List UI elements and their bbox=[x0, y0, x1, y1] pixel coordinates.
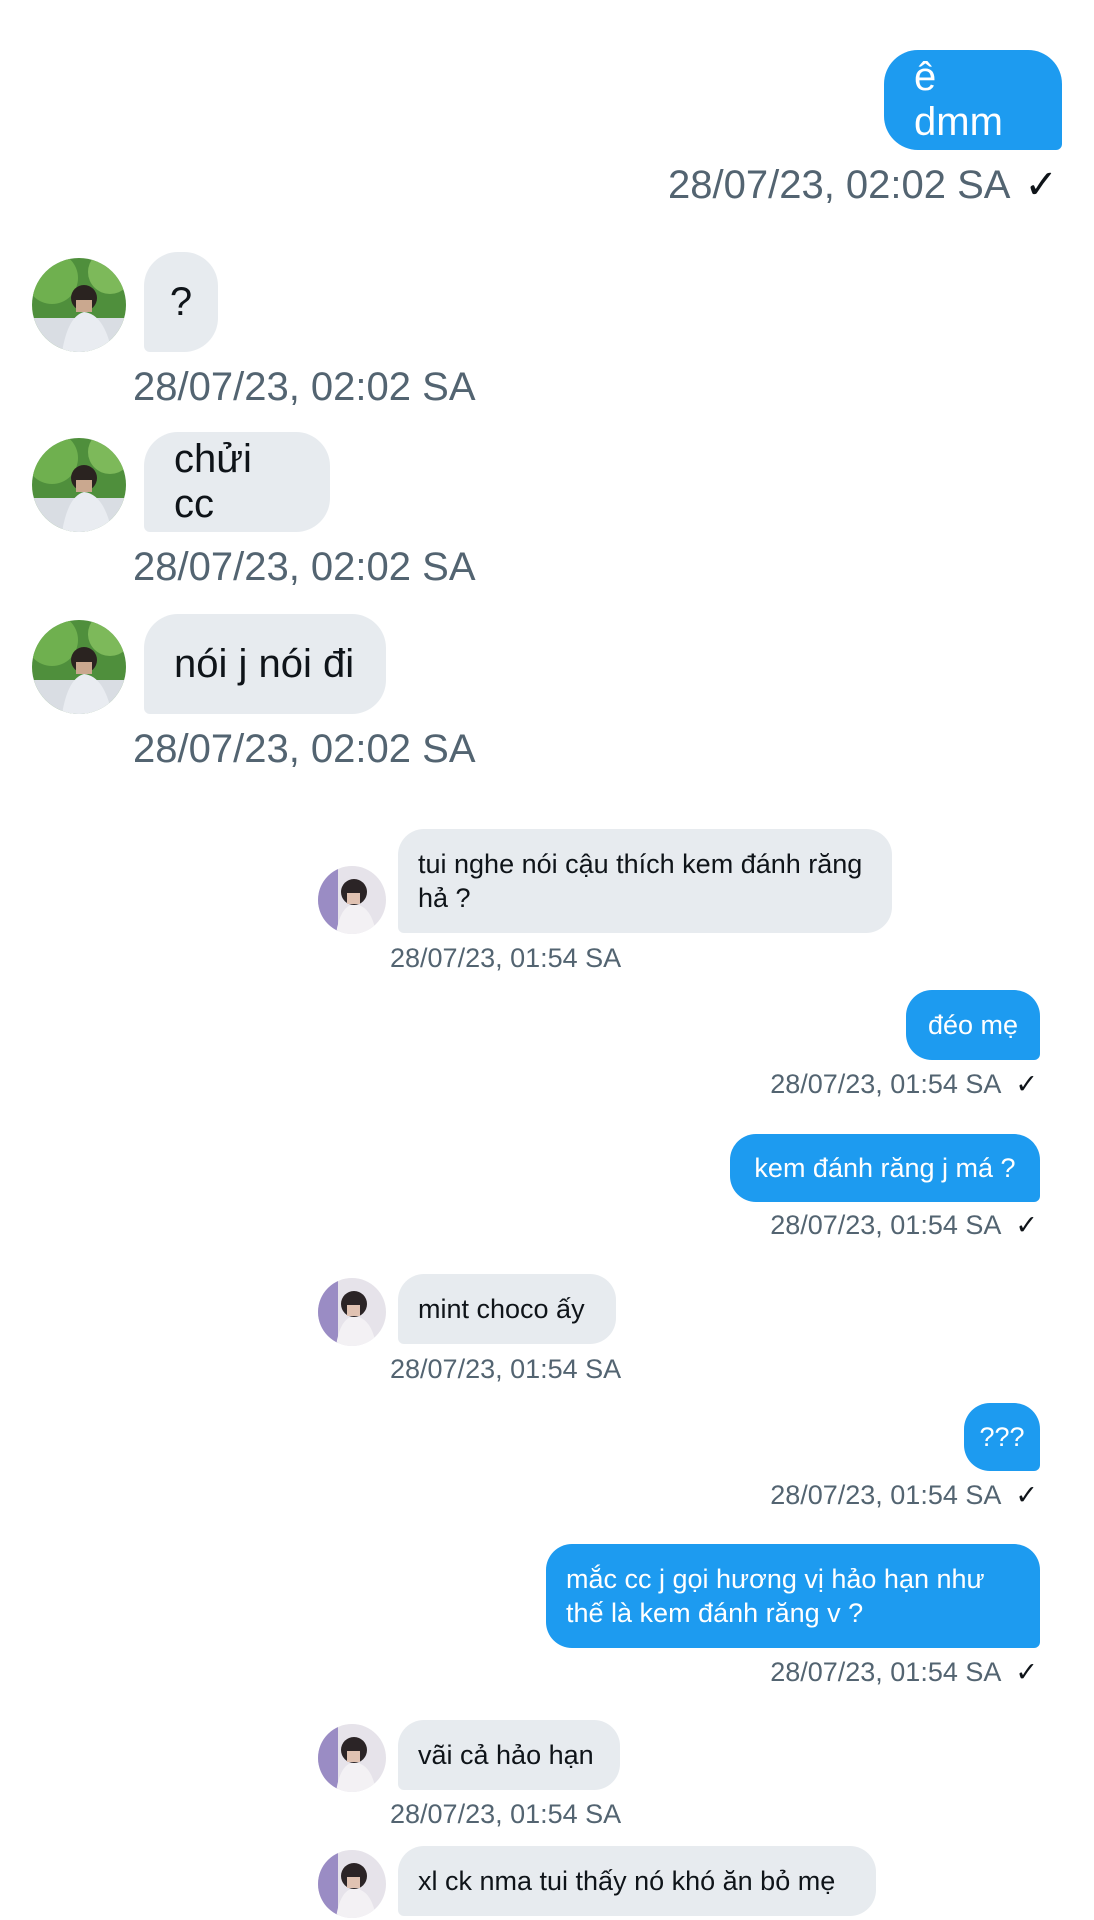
check-icon: ✓ bbox=[1015, 1210, 1038, 1240]
message-timestamp: 28/07/23, 01:54 SA ✓ bbox=[770, 1654, 1038, 1690]
message-text: kem đánh răng j má ? bbox=[754, 1153, 1016, 1183]
message-bubble-incoming[interactable]: tui nghe nói cậu thích kem đánh răng hả … bbox=[398, 829, 892, 933]
message-text: tui nghe nói cậu thích kem đánh răng hả … bbox=[418, 849, 863, 913]
message-text: đéo mẹ bbox=[927, 1010, 1019, 1040]
message-text: ??? bbox=[979, 1422, 1025, 1452]
avatar[interactable] bbox=[318, 866, 386, 934]
check-icon: ✓ bbox=[1015, 1657, 1038, 1687]
avatar[interactable] bbox=[32, 258, 126, 352]
message-timestamp: 28/07/23, 02:02 SA bbox=[133, 365, 476, 409]
message-bubble-incoming[interactable]: nói j nói đi bbox=[144, 614, 386, 714]
message-bubble-incoming[interactable]: vãi cả hảo hạn bbox=[398, 1720, 620, 1790]
message-text: ê dmm bbox=[914, 55, 1003, 144]
avatar[interactable] bbox=[318, 1724, 386, 1792]
message-timestamp: 28/07/23, 02:02 SA bbox=[133, 545, 476, 589]
message-text: nói j nói đi bbox=[174, 641, 355, 686]
message-text: xl ck nma tui thấy nó khó ăn bỏ mẹ bbox=[418, 1866, 836, 1896]
check-icon: ✓ bbox=[1024, 163, 1058, 207]
message-timestamp: 28/07/23, 01:54 SA bbox=[390, 943, 622, 973]
message-timestamp: 28/07/23, 01:54 SA bbox=[390, 1354, 622, 1384]
message-bubble-incoming[interactable]: xl ck nma tui thấy nó khó ăn bỏ mẹ bbox=[398, 1846, 876, 1916]
message-timestamp: 28/07/23, 01:54 SA ✓ bbox=[770, 1066, 1038, 1102]
message-bubble-outgoing[interactable]: kem đánh răng j má ? bbox=[730, 1134, 1040, 1202]
message-bubble-outgoing[interactable]: mắc cc j gọi hương vị hảo hạn như thế là… bbox=[546, 1544, 1040, 1648]
message-timestamp: 28/07/23, 01:54 SA bbox=[390, 1799, 622, 1829]
check-icon: ✓ bbox=[1015, 1069, 1038, 1099]
message-bubble-incoming[interactable]: ? bbox=[144, 252, 218, 352]
message-text: vãi cả hảo hạn bbox=[418, 1740, 594, 1770]
message-bubble-incoming[interactable]: chửi cc bbox=[144, 432, 330, 532]
avatar[interactable] bbox=[32, 438, 126, 532]
message-text: chửi cc bbox=[174, 437, 252, 526]
message-text: mắc cc j gọi hương vị hảo hạn như thế là… bbox=[566, 1564, 985, 1628]
message-timestamp: 28/07/23, 01:54 SA ✓ bbox=[770, 1477, 1038, 1513]
message-bubble-outgoing[interactable]: ??? bbox=[964, 1403, 1040, 1471]
message-bubble-outgoing[interactable]: ê dmm bbox=[884, 50, 1062, 150]
message-timestamp: 28/07/23, 01:54 SA ✓ bbox=[770, 1207, 1038, 1243]
avatar[interactable] bbox=[318, 1850, 386, 1918]
message-timestamp: 28/07/23, 02:02 SA bbox=[133, 727, 476, 771]
message-text: ? bbox=[169, 279, 193, 324]
message-timestamp: 28/07/23, 02:02 SA ✓ bbox=[668, 160, 1058, 210]
check-icon: ✓ bbox=[1015, 1480, 1038, 1510]
message-bubble-incoming[interactable]: mint choco ấy bbox=[398, 1274, 616, 1344]
avatar[interactable] bbox=[32, 620, 126, 714]
message-bubble-outgoing[interactable]: đéo mẹ bbox=[906, 990, 1040, 1060]
avatar[interactable] bbox=[318, 1278, 386, 1346]
message-text: mint choco ấy bbox=[418, 1294, 585, 1324]
